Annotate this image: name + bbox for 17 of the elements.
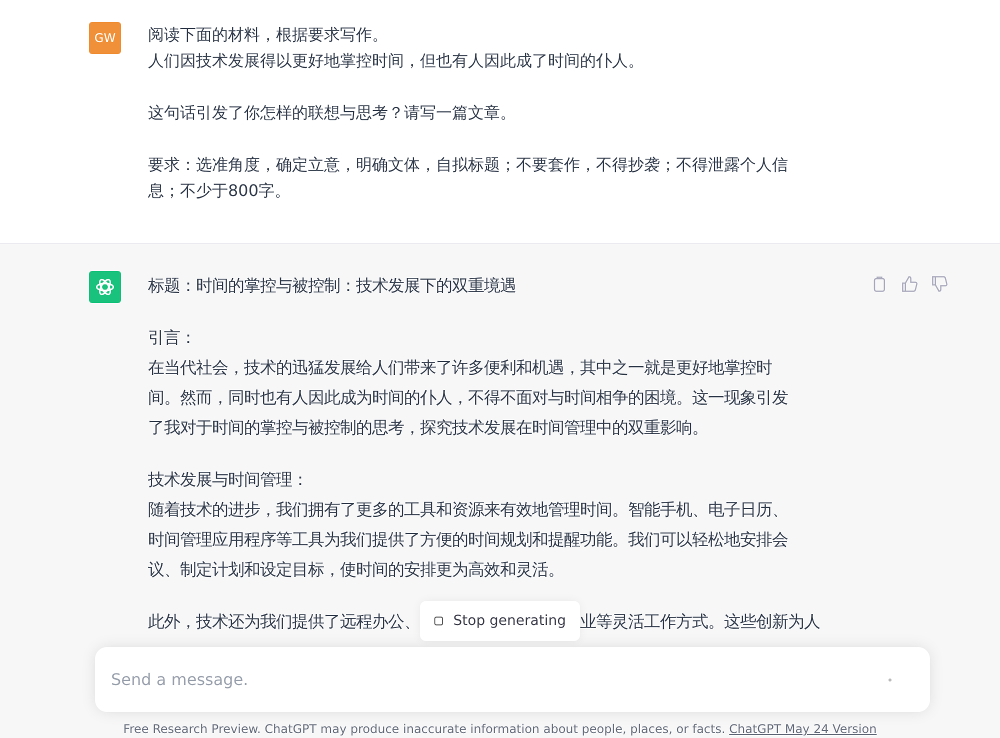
- message-input[interactable]: Send a message.: [95, 647, 930, 712]
- version-link[interactable]: ChatGPT May 24 Version: [729, 722, 877, 736]
- message-text: 这句话引发了你怎样的联想与思考？请写一篇文章。: [148, 102, 517, 124]
- thumbs-down-icon[interactable]: [930, 275, 948, 293]
- assistant-logo-icon: [89, 271, 121, 303]
- stop-generating-button[interactable]: Stop generating: [420, 601, 580, 641]
- message-text: 阅读下面的材料，根据要求写作。 人们因技术发展得以更好地掌控时间，但也有人因此成了时间的仆人。: [148, 24, 645, 72]
- message-text: 标题：时间的掌控与被控制：技术发展下的双重境遇: [148, 275, 517, 297]
- message-text: 引言： 在当代社会，技术的迅猛发展给人们带来了许多便利和机遇，其中之一就是更好地掌控时 间。然而，同时也有人因此成为时间的仆人，不得不面对与时间相争的困境。这一现象引发 了我对于时间的掌控与被控制的思考，探究技术发展在时间管理中的双重影响。: [148, 327, 789, 439]
- message-text: 业等灵活工作方式。这些创新为人: [580, 611, 820, 633]
- stop-icon: [434, 615, 444, 627]
- message-text: 技术发展与时间管理： 随着技术的进步，我们拥有了更多的工具和资源来有效地管理时间。智能手机、电子日历、 时间管理应用程序等工具为我们提供了方便的时间规划和提醒功能。我们可以轻松地安排会 议、制定计划和设定目标，使时间的安排更为高效和灵活。: [148, 469, 789, 581]
- message-text: 此外，技术还为我们提供了远程办公、: [148, 611, 420, 633]
- disclaimer-text: Free Research Preview. ChatGPT may produce inaccurate information about people, places, or facts.: [123, 722, 726, 736]
- message-text: 要求：选准角度，确定立意，明确文体，自拟标题；不要套作，不得抄袭；不得泄露个人信 息；不少于800字。: [148, 154, 788, 202]
- thumbs-up-icon[interactable]: [900, 275, 918, 293]
- user-avatar: GW: [89, 22, 121, 54]
